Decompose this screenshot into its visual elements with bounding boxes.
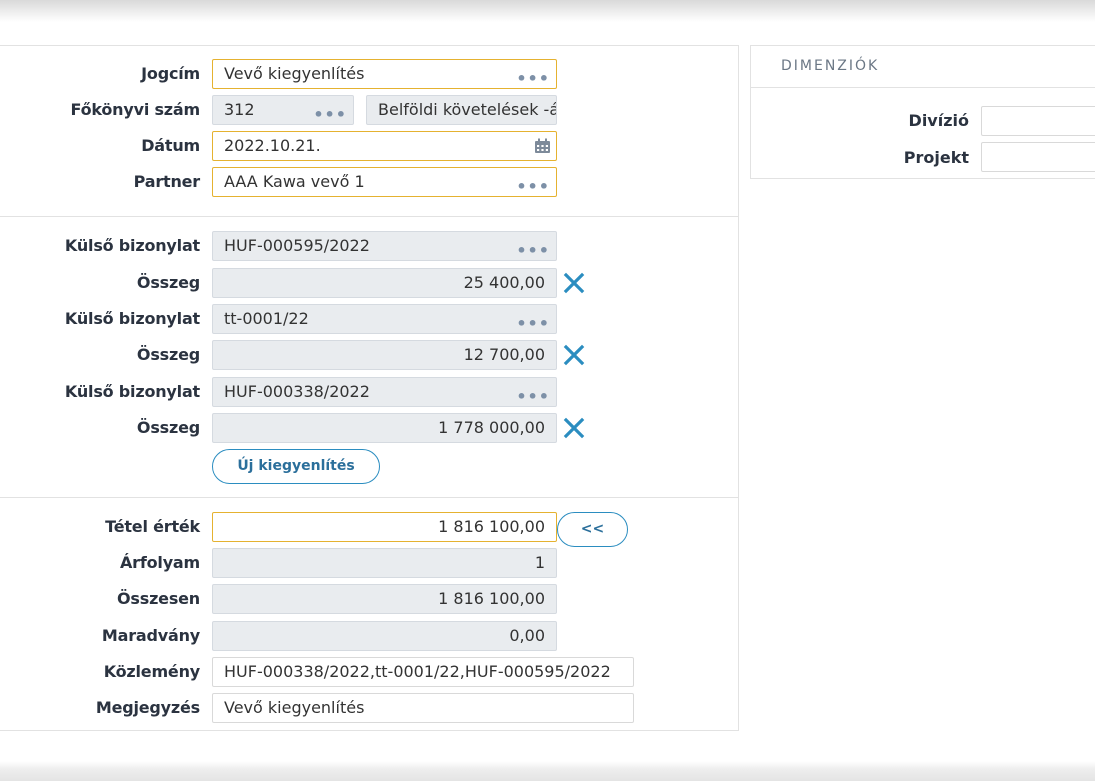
kulso-bizonylat-value: HUF-000338/2022	[224, 382, 370, 401]
ellipsis-icon[interactable]: •••	[516, 316, 550, 332]
datum-value: 2022.10.21.	[224, 136, 321, 155]
bottom-shadow	[0, 761, 1095, 781]
datum-field[interactable]: 2022.10.21.	[212, 131, 557, 161]
jogcim-value: Vevő kiegyenlítés	[224, 64, 365, 83]
kulso-bizonylat-value: tt-0001/22	[224, 309, 309, 328]
kozlemeny-value: HUF-000338/2022,tt-0001/22,HUF-000595/20…	[224, 662, 611, 681]
megjegyzes-label: Megjegyzés	[95, 698, 200, 717]
megjegyzes-value: Vevő kiegyenlítés	[224, 698, 365, 717]
osszeg-label: Összeg	[136, 418, 200, 437]
kulso-bizonylat-field[interactable]: HUF-000338/2022 •••	[212, 377, 557, 407]
divizio-label: Divízió	[908, 111, 969, 130]
kulso-bizonylat-label: Külső bizonylat	[64, 382, 200, 401]
kulso-bizonylat-label: Külső bizonylat	[64, 236, 200, 255]
arfolyam-label: Árfolyam	[119, 553, 200, 572]
tetel-ertek-field[interactable]: 1 816 100,00	[212, 512, 557, 542]
osszesen-value: 1 816 100,00	[438, 589, 545, 608]
osszeg-field: 1 778 000,00	[212, 413, 557, 443]
ellipsis-icon[interactable]: •••	[313, 107, 347, 123]
partner-value: AAA Kawa vevő 1	[224, 172, 365, 191]
fokonyvi-field[interactable]: 312 •••	[212, 95, 354, 125]
arfolyam-value: 1	[534, 553, 545, 572]
projekt-label: Projekt	[903, 148, 969, 167]
osszeg-value: 1 778 000,00	[438, 418, 545, 437]
jogcim-field[interactable]: Vevő kiegyenlítés •••	[212, 59, 557, 89]
arfolyam-field: 1	[212, 548, 557, 578]
maradvany-label: Maradvány	[101, 626, 200, 645]
copy-value-button[interactable]: <<	[557, 512, 628, 547]
ellipsis-icon[interactable]: •••	[516, 71, 550, 87]
kulso-bizonylat-value: HUF-000595/2022	[224, 236, 370, 255]
kozlemeny-field[interactable]: HUF-000338/2022,tt-0001/22,HUF-000595/20…	[212, 657, 634, 687]
osszeg-value: 25 400,00	[463, 273, 545, 292]
partner-field[interactable]: AAA Kawa vevő 1 •••	[212, 167, 557, 197]
tetel-ertek-label: Tétel érték	[105, 517, 200, 536]
ellipsis-icon[interactable]: •••	[516, 243, 550, 259]
partner-label: Partner	[133, 172, 201, 191]
tetel-ertek-value: 1 816 100,00	[438, 517, 545, 536]
jogcim-label: Jogcím	[141, 64, 200, 83]
osszesen-label: Összesen	[117, 589, 200, 608]
dimensions-panel: DIMENZIÓK Divízió Projekt	[750, 45, 1095, 179]
dimensions-title: DIMENZIÓK	[781, 58, 880, 74]
fokonyvi-description: Belföldi követelések -á	[366, 95, 557, 125]
megjegyzes-field[interactable]: Vevő kiegyenlítés	[212, 693, 634, 723]
fokonyvi-desc-text: Belföldi követelések -á	[378, 100, 557, 119]
osszeg-value: 12 700,00	[463, 345, 545, 364]
kulso-bizonylat-label: Külső bizonylat	[64, 309, 200, 328]
calendar-icon[interactable]	[534, 138, 551, 154]
ellipsis-icon[interactable]: •••	[516, 179, 550, 195]
section-divider	[0, 497, 739, 498]
ellipsis-icon[interactable]: •••	[516, 389, 550, 405]
osszeg-field: 12 700,00	[212, 340, 557, 370]
fokonyvi-label: Főkönyvi szám	[70, 100, 201, 119]
divizio-field[interactable]	[981, 106, 1095, 136]
close-icon[interactable]	[563, 272, 585, 294]
section-divider	[0, 216, 739, 217]
top-toolbar-shadow	[0, 0, 1095, 22]
fokonyvi-value: 312	[224, 100, 255, 119]
kozlemeny-label: Közlemény	[103, 662, 201, 681]
close-icon[interactable]	[563, 344, 585, 366]
osszesen-field: 1 816 100,00	[212, 584, 557, 614]
maradvany-value: 0,00	[509, 626, 545, 645]
maradvany-field: 0,00	[212, 621, 557, 651]
projekt-field[interactable]	[981, 142, 1095, 172]
close-icon[interactable]	[563, 417, 585, 439]
datum-label: Dátum	[141, 136, 200, 155]
new-settlement-button[interactable]: Új kiegyenlítés	[212, 449, 380, 484]
osszeg-field: 25 400,00	[212, 268, 557, 298]
osszeg-label: Összeg	[136, 345, 200, 364]
dimensions-divider	[751, 87, 1095, 88]
osszeg-label: Összeg	[136, 273, 200, 292]
kulso-bizonylat-field[interactable]: HUF-000595/2022 •••	[212, 231, 557, 261]
kulso-bizonylat-field[interactable]: tt-0001/22 •••	[212, 304, 557, 334]
